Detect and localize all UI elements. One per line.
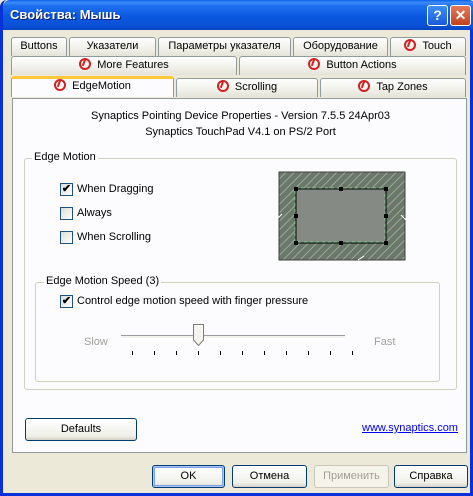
finger-pressure-label: Control edge motion speed with finger pr… bbox=[77, 295, 309, 307]
synaptics-icon bbox=[54, 79, 67, 91]
title-bar[interactable]: Свойства: Мышь ? ✕ bbox=[3, 0, 473, 30]
cancel-button[interactable]: Отмена bbox=[232, 465, 307, 488]
when-scrolling-checkbox[interactable] bbox=[60, 231, 73, 244]
tab-label: Указатели bbox=[86, 40, 139, 52]
mouse-properties-window: Свойства: Мышь ? ✕ Buttons Указатели Пар… bbox=[0, 0, 473, 496]
tab-label: Оборудование bbox=[303, 40, 378, 52]
slider-tick bbox=[242, 351, 243, 355]
edge-motion-speed-label: Edge Motion Speed (3) bbox=[44, 275, 162, 287]
touchpad-edge-zone-diagram bbox=[278, 171, 406, 261]
tab-label: Touch bbox=[422, 40, 452, 52]
apply-button[interactable]: Применить bbox=[314, 465, 389, 488]
slider-tick bbox=[132, 351, 133, 355]
tab-pointer-options[interactable]: Параметры указателя bbox=[158, 37, 291, 56]
tab-label: Buttons bbox=[20, 40, 58, 52]
synaptics-link[interactable]: www.synaptics.com bbox=[362, 422, 458, 434]
tab-label: Button Actions bbox=[326, 59, 397, 71]
finger-pressure-checkbox[interactable]: ✔ bbox=[60, 295, 73, 308]
tab-pointers[interactable]: Указатели bbox=[69, 37, 156, 56]
help-button[interactable]: Справка bbox=[394, 465, 468, 488]
ok-button[interactable]: OK bbox=[152, 465, 225, 488]
version-info: Synaptics Pointing Device Properties - V… bbox=[91, 110, 390, 122]
tab-hardware[interactable]: Оборудование bbox=[293, 37, 388, 56]
window-title: Свойства: Мышь bbox=[10, 7, 121, 22]
synaptics-icon bbox=[79, 58, 92, 70]
tab-edgemotion[interactable]: EdgeMotion bbox=[11, 76, 174, 97]
slider-tick bbox=[264, 351, 265, 355]
slider-tick bbox=[286, 351, 287, 355]
tab-label: More Features bbox=[97, 59, 169, 71]
fast-label: Fast bbox=[374, 336, 396, 348]
slider-tick bbox=[198, 351, 199, 355]
tab-label: Tap Zones bbox=[376, 81, 428, 93]
slider-tick bbox=[220, 351, 221, 355]
tab-tap-zones[interactable]: Tap Zones bbox=[320, 78, 466, 97]
synaptics-icon bbox=[216, 80, 229, 92]
slider-tick bbox=[176, 351, 177, 355]
slider-tick bbox=[154, 351, 155, 355]
when-scrolling-label: When Scrolling bbox=[77, 231, 151, 243]
help-title-button[interactable]: ? bbox=[427, 5, 448, 26]
tab-more-features[interactable]: More Features bbox=[11, 56, 237, 75]
edge-motion-group-label: Edge Motion bbox=[32, 151, 98, 163]
synaptics-icon bbox=[308, 58, 321, 70]
tab-label: Scrolling bbox=[234, 81, 278, 93]
slow-label: Slow bbox=[84, 336, 108, 348]
tab-label: Параметры указателя bbox=[168, 40, 281, 52]
tab-touch[interactable]: Touch bbox=[390, 37, 466, 56]
when-dragging-checkbox[interactable]: ✔ bbox=[60, 183, 73, 196]
always-label: Always bbox=[77, 207, 112, 219]
always-checkbox[interactable] bbox=[60, 207, 73, 220]
device-info: Synaptics TouchPad V4.1 on PS/2 Port bbox=[145, 126, 336, 138]
slider-tick bbox=[330, 351, 331, 355]
close-button[interactable]: ✕ bbox=[450, 5, 471, 26]
tab-label: EdgeMotion bbox=[72, 80, 131, 92]
when-dragging-label: When Dragging bbox=[77, 183, 154, 195]
slider-tick bbox=[352, 351, 353, 355]
edgemotion-panel: Synaptics Pointing Device Properties - V… bbox=[12, 98, 467, 453]
tab-scrolling[interactable]: Scrolling bbox=[176, 78, 318, 97]
tab-buttons[interactable]: Buttons bbox=[11, 37, 67, 56]
speed-slider-track[interactable] bbox=[121, 335, 345, 339]
defaults-button[interactable]: Defaults bbox=[25, 418, 137, 441]
speed-slider-thumb[interactable] bbox=[193, 324, 204, 346]
slider-tick bbox=[308, 351, 309, 355]
synaptics-icon bbox=[358, 80, 371, 92]
synaptics-icon bbox=[404, 39, 417, 51]
tab-button-actions[interactable]: Button Actions bbox=[239, 56, 466, 75]
